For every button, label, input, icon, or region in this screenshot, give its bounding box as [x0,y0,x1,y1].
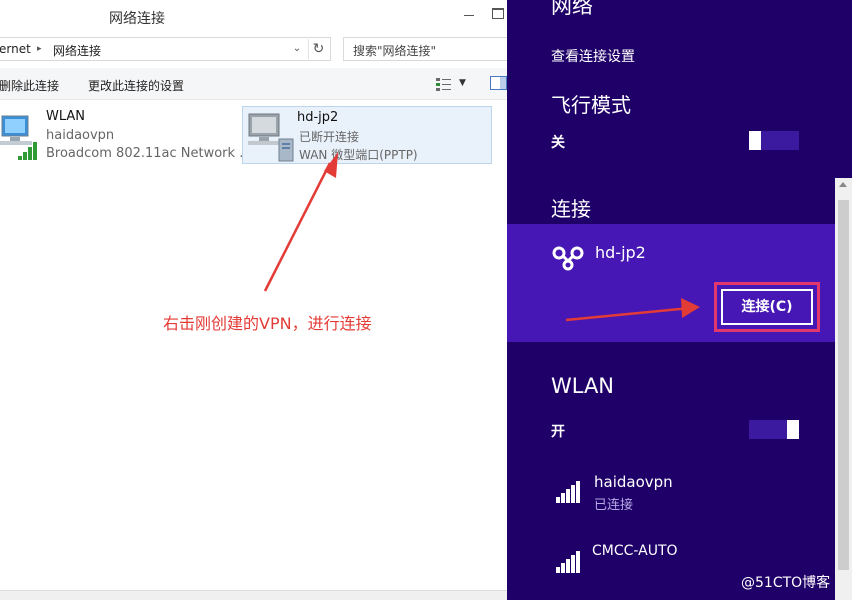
minimize-icon[interactable] [462,8,476,22]
address-bar[interactable]: ernet ▸ 网络连接 ⌄ ↻ [0,37,331,61]
toggle-thumb [787,420,799,439]
panel-header: 网络 [551,0,593,18]
network-charm-panel: 网络 查看连接设置 飞行模式 关 连接 hd-jp2 连接(C) WLAN 开 … [507,0,852,600]
search-placeholder: 搜索"网络连接" [353,44,437,58]
vpn-name: hd-jp2 [595,243,646,262]
wifi-ssid: haidaovpn [594,473,673,491]
connection-name: hd-jp2 [297,110,339,125]
maximize-icon[interactable] [492,8,504,19]
connection-device: WAN 微型端口(PPTP) [299,148,418,162]
chevron-down-icon[interactable]: ⌄ [289,40,305,58]
wlan-toggle[interactable] [749,420,799,439]
wifi-network-item[interactable]: haidaovpn 已连接 [507,473,835,523]
breadcrumb-internet[interactable]: ernet [0,42,31,56]
view-dropdown-icon[interactable]: ▼ [459,78,466,88]
airplane-mode-state: 关 [551,135,565,151]
change-connection-settings-button[interactable]: 更改此连接的设置 [88,77,184,94]
view-options-icon[interactable] [436,77,452,91]
network-item-vpn[interactable]: hd-jp2 已断开连接 WAN 微型端口(PPTP) [242,106,492,164]
airplane-mode-toggle[interactable] [749,131,799,150]
command-bar: 删除此连接 更改此连接的设置 ▼ [0,68,507,100]
status-bar [0,590,507,600]
delete-connection-button[interactable]: 删除此连接 [0,77,59,94]
vpn-computer-icon [248,113,294,162]
connection-status: 已断开连接 [299,130,360,144]
watermark: @51CTO博客 [741,575,831,591]
title-bar: 网络连接 [0,0,507,34]
connection-status: haidaovpn [46,128,115,143]
window-title: 网络连接 [109,11,165,27]
network-connections-window: 网络连接 ernet ▸ 网络连接 ⌄ ↻ 搜索"网络连接" 删除此连接 更改此… [0,0,507,600]
toggle-thumb [749,131,761,150]
connect-button[interactable]: 连接(C) [721,289,813,325]
wifi-signal-icon [556,477,582,503]
wlan-title: WLAN [551,374,615,398]
connection-name: WLAN [46,109,86,124]
scroll-up-icon[interactable] [839,182,847,187]
network-computer-icon [0,115,37,160]
wifi-ssid: CMCC-AUTO [592,543,678,559]
airplane-mode-title: 飞行模式 [551,93,631,117]
connections-title: 连接 [551,197,591,221]
vpn-chain-icon [552,246,584,271]
refresh-icon[interactable]: ↻ [308,39,328,59]
wifi-signal-icon [556,547,582,573]
breadcrumb-separator-icon: ▸ [37,44,42,54]
scrollbar-thumb[interactable] [838,200,849,570]
view-connection-settings-link[interactable]: 查看连接设置 [551,46,635,66]
wlan-state: 开 [551,424,565,440]
network-item-wlan[interactable]: WLAN haidaovpn Broadcom 802.11ac Network… [0,106,252,164]
preview-pane-icon[interactable] [490,76,507,90]
instruction-annotation: 右击刚创建的VPN，进行连接 [163,314,372,333]
connection-device: Broadcom 802.11ac Network ... [46,146,252,161]
search-input[interactable]: 搜索"网络连接" [343,37,507,61]
wifi-status: 已连接 [594,498,634,513]
panel-scrollbar[interactable] [835,178,852,600]
breadcrumb-network-connections[interactable]: 网络连接 [53,42,101,59]
vpn-connection-item[interactable]: hd-jp2 连接(C) [507,224,835,342]
